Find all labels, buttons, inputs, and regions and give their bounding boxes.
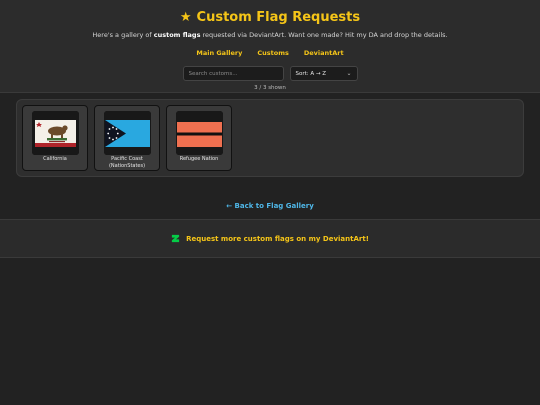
flag-name: Refugee Nation bbox=[179, 156, 219, 162]
star-icon: ★ bbox=[179, 9, 192, 25]
page-header: ★ Custom Flag Requests Here's a gallery … bbox=[0, 0, 540, 93]
page-title: ★ Custom Flag Requests bbox=[0, 0, 540, 27]
deviantart-icon bbox=[171, 234, 180, 243]
flag-name-line: Pacific Coast bbox=[111, 156, 143, 162]
subtitle-bold-text: custom flags bbox=[153, 31, 201, 39]
sort-select[interactable]: Sort: A → Z ⌄ bbox=[289, 66, 358, 81]
flag-card-refugee-nation[interactable]: Refugee Nation bbox=[166, 105, 232, 171]
nav-deviantart[interactable]: DeviantArt bbox=[304, 49, 344, 57]
california-flag-image bbox=[32, 111, 79, 155]
back-link-row: ← Back to Flag Gallery bbox=[0, 193, 540, 212]
results-count: 3 / 3 shown bbox=[254, 85, 286, 91]
footer-cta: Request more custom flags on my DeviantA… bbox=[0, 219, 540, 258]
back-to-gallery-link[interactable]: ← Back to Flag Gallery bbox=[226, 202, 314, 210]
page-subtitle: Here's a gallery of custom flags request… bbox=[0, 31, 540, 39]
subtitle-text-end: requested via DeviantArt. Want one made?… bbox=[200, 31, 448, 39]
flag-name: California bbox=[43, 156, 67, 162]
flag-gallery: California Pacific Coast (NationStates) … bbox=[16, 99, 524, 177]
deviantart-request-link[interactable]: Request more custom flags on my DeviantA… bbox=[186, 235, 369, 243]
flag-name: Pacific Coast (NationStates) bbox=[95, 156, 159, 169]
sort-selected-value: Sort: A → Z bbox=[295, 70, 327, 77]
pacific-coast-flag-image bbox=[104, 111, 151, 155]
refugee-nation-flag-image bbox=[176, 111, 223, 155]
page-title-text: Custom Flag Requests bbox=[196, 9, 361, 25]
flag-card-pacific-coast[interactable]: Pacific Coast (NationStates) bbox=[94, 105, 160, 171]
flag-card-california[interactable]: California bbox=[22, 105, 88, 171]
nav-customs[interactable]: Customs bbox=[257, 49, 288, 57]
chevron-down-icon: ⌄ bbox=[346, 70, 352, 77]
nav-main-gallery[interactable]: Main Gallery bbox=[196, 49, 242, 57]
main-nav: Main Gallery Customs DeviantArt bbox=[0, 49, 540, 57]
subtitle-text-start: Here's a gallery of bbox=[92, 31, 154, 39]
search-input[interactable] bbox=[182, 66, 284, 81]
flag-name-line: (NationStates) bbox=[108, 162, 146, 169]
gallery-controls: Sort: A → Z ⌄ bbox=[0, 66, 540, 81]
